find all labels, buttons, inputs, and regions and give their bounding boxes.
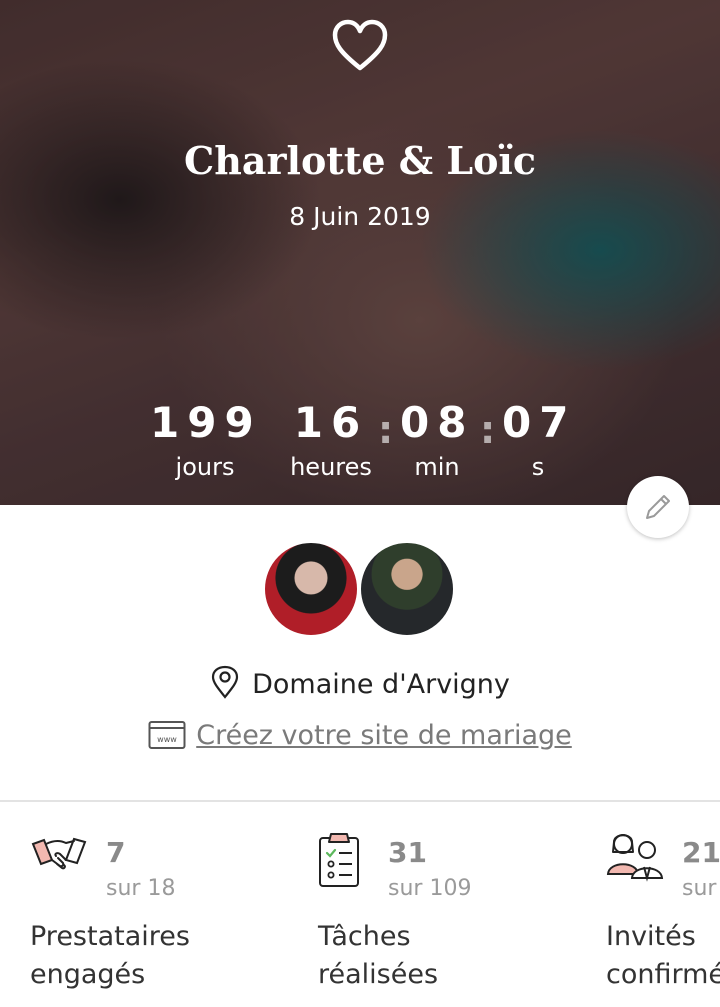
- cover-photo[interactable]: Charlotte & Loïc 8 Juin 2019 199 jours 1…: [0, 0, 720, 505]
- stat-tasks-label: Tâches réalisées: [318, 918, 438, 994]
- avatar-groom[interactable]: [358, 540, 456, 638]
- map-pin-icon: [211, 665, 239, 699]
- wedding-location[interactable]: Domaine d'Arvigny: [0, 665, 720, 700]
- wedding-date: 8 Juin 2019: [289, 202, 431, 231]
- section-divider: [0, 800, 720, 802]
- pencil-icon: [646, 495, 670, 519]
- countdown-minutes: 08 min: [400, 398, 474, 481]
- countdown-hours-value: 16: [293, 398, 369, 447]
- countdown-seconds-value: 07: [502, 398, 577, 447]
- countdown-days: 199 jours: [150, 398, 260, 481]
- couple-avatars: [262, 540, 462, 640]
- countdown-minutes-label: min: [414, 453, 460, 481]
- create-website-link[interactable]: www Créez votre site de mariage: [0, 720, 720, 751]
- countdown-minutes-value: 08: [400, 398, 475, 447]
- stat-guests-label-line1: Invités: [606, 921, 696, 952]
- heart-outline-icon: [332, 19, 388, 71]
- stat-vendors-total: sur 18: [106, 876, 176, 901]
- stat-tasks-value: 31: [388, 836, 427, 869]
- www-browser-icon: www: [148, 721, 186, 749]
- stat-guests-label-line2: confirmés: [606, 959, 720, 990]
- stat-guests-total: sur: [682, 876, 717, 901]
- countdown-hours: 16 heures: [285, 398, 377, 481]
- stat-guests-label: Invités confirmés: [606, 918, 720, 994]
- countdown-days-value: 199: [150, 398, 262, 447]
- stat-vendors-value: 7: [106, 836, 126, 869]
- stat-tasks-label-line1: Tâches: [318, 921, 411, 952]
- guests-icon: [606, 834, 664, 882]
- stat-guests-value: 21: [682, 836, 720, 869]
- checklist-icon: [319, 833, 359, 887]
- countdown-separator: :: [378, 408, 394, 452]
- stat-vendors-label-line2: engagés: [30, 959, 146, 990]
- edit-button[interactable]: [627, 476, 689, 538]
- handshake-icon: [31, 837, 87, 870]
- countdown-days-label: jours: [175, 453, 235, 481]
- stat-tasks-total: sur 109: [388, 876, 472, 901]
- stat-tasks-label-line2: réalisées: [318, 959, 439, 990]
- countdown-seconds: 07 s: [502, 398, 574, 481]
- create-website-text[interactable]: Créez votre site de mariage: [196, 720, 572, 751]
- countdown-separator: :: [480, 408, 496, 452]
- location-text: Domaine d'Arvigny: [252, 669, 510, 700]
- avatar-bride[interactable]: [262, 540, 360, 638]
- stat-vendors-label-line1: Prestataires: [30, 921, 190, 952]
- svg-text:www: www: [157, 735, 177, 744]
- stat-vendors-label: Prestataires engagés: [30, 918, 190, 994]
- countdown-seconds-label: s: [531, 453, 545, 481]
- couple-names: Charlotte & Loïc: [184, 138, 536, 183]
- countdown-hours-label: heures: [290, 453, 372, 481]
